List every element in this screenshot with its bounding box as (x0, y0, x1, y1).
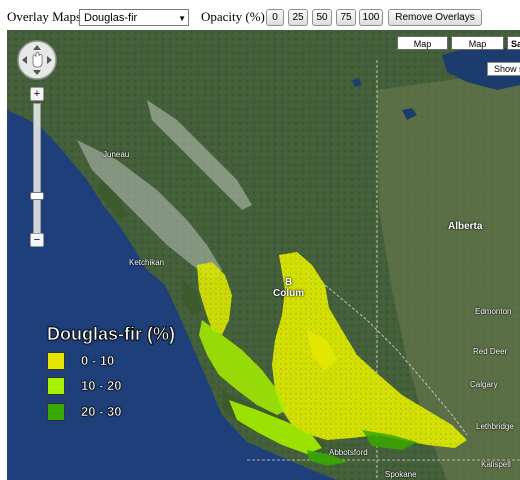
place-label-spokane: Spokane (385, 470, 417, 479)
overlay-select[interactable]: Douglas-fir ▼ (79, 9, 189, 26)
opacity-100-button[interactable]: 100 (359, 9, 383, 26)
opacity-25-button[interactable]: 25 (288, 9, 308, 26)
map-canvas[interactable]: Juneau Ketchikan B Colum Alberta Edmonto… (7, 30, 520, 480)
legend-item-label: 20 - 30 (81, 404, 122, 420)
hand-icon (32, 52, 43, 68)
zoom-slider-handle[interactable] (30, 192, 44, 200)
place-label-ketchikan: Ketchikan (129, 258, 165, 267)
map-type-button-map[interactable]: Map (397, 36, 448, 50)
zoom-out-button[interactable]: − (30, 233, 44, 247)
place-label-juneau: Juneau (103, 150, 130, 159)
place-label-alberta: Alberta (448, 221, 483, 232)
opacity-0-button[interactable]: 0 (266, 9, 284, 26)
show-checkbox-label[interactable]: Show s (487, 62, 520, 76)
place-label-kalispell: Kalispell (481, 460, 511, 469)
overlay-select-value: Douglas-fir (84, 12, 138, 24)
remove-overlays-button[interactable]: Remove Overlays (388, 9, 482, 26)
pan-control[interactable] (15, 38, 59, 82)
place-label-edmonton: Edmonton (475, 307, 512, 316)
legend-swatch (47, 352, 65, 370)
opacity-50-button[interactable]: 50 (312, 9, 332, 26)
map-type-button-map-2[interactable]: Map (451, 36, 504, 50)
legend-swatch (47, 403, 65, 421)
place-label-british-columbia-1: B (285, 277, 293, 288)
zoom-slider-track[interactable] (33, 103, 41, 235)
map-type-button-satellite[interactable]: Sa (507, 36, 520, 50)
legend-title: Douglas-fir (%) (47, 324, 176, 345)
legend-item-label: 0 - 10 (81, 353, 115, 369)
place-label-british-columbia-2: Colum (273, 288, 305, 299)
zoom-in-button[interactable]: + (30, 87, 44, 101)
opacity-75-button[interactable]: 75 (336, 9, 356, 26)
place-label-calgary: Calgary (470, 380, 498, 389)
legend-swatch (47, 377, 65, 395)
opacity-label: Opacity (%): (201, 9, 269, 24)
place-label-lethbridge: Lethbridge (476, 422, 514, 431)
place-label-red-deer: Red Deer (473, 347, 508, 356)
legend-item-label: 10 - 20 (81, 378, 122, 394)
place-label-abbotsford: Abbotsford (329, 448, 368, 457)
chevron-down-icon: ▼ (178, 14, 186, 23)
overlay-toolbar: Overlay Maps: Douglas-fir ▼ Opacity (%):… (0, 0, 520, 30)
overlay-maps-label: Overlay Maps: (7, 9, 85, 24)
